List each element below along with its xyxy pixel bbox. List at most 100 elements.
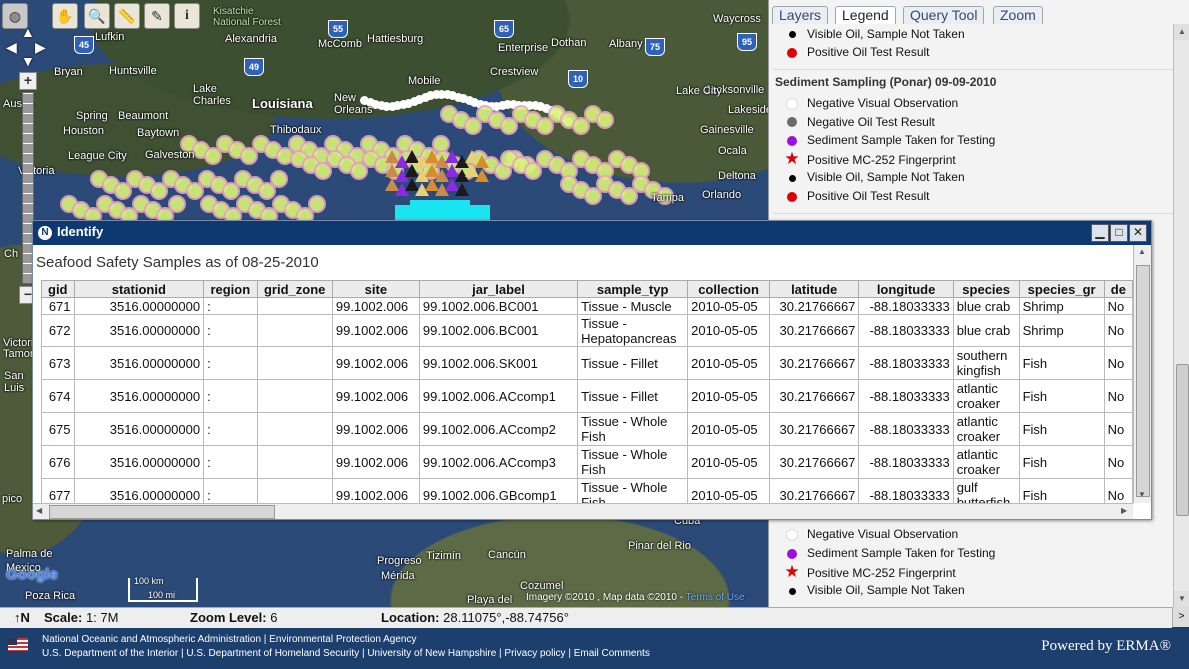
status-scroll-right-icon[interactable]: > — [1172, 607, 1189, 627]
interstate-shield-icon: 75 — [645, 38, 665, 56]
map-place-label: Mérida — [381, 570, 415, 582]
legend-section-title: Sediment Sampling (Ponar) 09-09-2010 — [775, 75, 997, 89]
sample-marker-seafood[interactable] — [168, 195, 186, 213]
column-header[interactable]: gid — [41, 280, 75, 298]
map-place-label: Crestview — [490, 66, 539, 78]
pan-tool-button[interactable]: ✋ — [52, 3, 78, 29]
print-tool-button[interactable]: ✎ — [144, 3, 170, 29]
table-row[interactable]: 673 3516.00000000: 99.1002.006 99.1002.006.… — [41, 346, 1133, 380]
table-cell-site: 99.1002.006 — [331, 297, 420, 315]
column-header[interactable]: species — [952, 280, 1020, 298]
zoom-in-tool-button[interactable]: 🔍 — [84, 3, 110, 29]
identify-vertical-scrollbar[interactable]: ▲ ▼ — [1133, 245, 1151, 503]
scroll-down-icon[interactable]: ▼ — [1138, 490, 1146, 499]
table-row[interactable]: 677 3516.00000000: 99.1002.006 99.1002.006.… — [41, 478, 1133, 503]
table-cell-gid: 672 — [41, 314, 75, 347]
table-row[interactable]: 674 3516.00000000: 99.1002.006 99.1002.006.… — [41, 379, 1133, 413]
legend-item-label: Visible Oil, Sample Not Taken — [807, 583, 965, 598]
column-header[interactable]: sample_typ — [577, 280, 689, 298]
legend-item-label: Positive Oil Test Result — [807, 45, 930, 59]
scroll-down-icon[interactable]: ▼ — [1174, 591, 1189, 607]
sample-marker-cyan[interactable] — [410, 200, 470, 208]
tab-layers[interactable]: Layers — [772, 6, 829, 24]
table-cell-jar_label: 99.1002.006.GBcomp1 — [418, 478, 579, 503]
sample-marker-seafood[interactable] — [270, 170, 288, 188]
panel-scrollbar[interactable]: ▲ ▼ — [1173, 24, 1189, 607]
identify-horizontal-scrollbar[interactable]: ◀ ▶ — [33, 503, 1133, 519]
table-cell-de: No — [1103, 412, 1133, 446]
table-row[interactable]: 676 3516.00000000: 99.1002.006 99.1002.006.… — [41, 445, 1133, 479]
map-place-label: Playa del — [467, 594, 513, 606]
table-row[interactable]: 675 3516.00000000: 99.1002.006 99.1002.006.… — [41, 412, 1133, 446]
column-header[interactable]: longitude — [858, 280, 954, 298]
map-place-label: Waycross — [713, 13, 761, 25]
table-cell-sample_typ: Tissue - Whole Fish — [577, 445, 689, 479]
column-header[interactable]: latitude — [768, 280, 860, 298]
maximize-icon[interactable]: □ — [1110, 224, 1128, 242]
column-header[interactable]: site — [331, 280, 420, 298]
scale-label: Scale: — [44, 610, 83, 625]
map-place-label: Galveston — [145, 149, 195, 161]
table-cell-species: southern kingfish — [952, 346, 1020, 380]
sample-marker-sediment[interactable] — [455, 183, 469, 196]
table-cell-species: blue crab — [952, 297, 1020, 315]
terms-of-use-link[interactable]: Terms of Use — [686, 592, 745, 603]
pan-down-icon[interactable]: ▼ — [21, 53, 35, 69]
interstate-shield-icon: 45 — [74, 36, 94, 54]
table-row[interactable]: 672 3516.00000000: 99.1002.006 99.1002.006.… — [41, 314, 1133, 347]
column-header[interactable]: collection — [687, 280, 770, 298]
sample-marker-sediment[interactable] — [475, 169, 489, 182]
column-header[interactable]: grid_zone — [256, 280, 333, 298]
legend-item-label: Sediment Sample Taken for Testing — [807, 545, 996, 560]
tab-zoom[interactable]: Zoom — [993, 6, 1043, 24]
vertical-scroll-thumb[interactable] — [1136, 265, 1150, 497]
identify-titlebar[interactable]: N Identify ▁ □ ✕ — [33, 221, 1151, 245]
footer-links[interactable]: U.S. Department of the Interior | U.S. D… — [42, 648, 650, 659]
map-place-label: New Orleans — [334, 92, 373, 116]
table-cell-gid: 677 — [41, 478, 75, 503]
pan-up-icon[interactable]: ▲ — [21, 24, 35, 40]
legend-item-label: Positive MC-252 Fingerprint — [807, 152, 956, 167]
interstate-shield-icon: 55 — [328, 20, 348, 38]
interstate-shield-icon: 95 — [737, 33, 757, 51]
legend-item: Negative Oil Test Result — [781, 113, 935, 131]
column-header[interactable]: region — [203, 280, 258, 298]
scroll-up-icon[interactable]: ▲ — [1138, 247, 1146, 256]
minimize-icon[interactable]: ▁ — [1091, 224, 1109, 242]
location-label: Location: — [381, 610, 440, 625]
measure-tool-button[interactable]: 📏 — [114, 3, 140, 29]
table-cell-grid_zone — [256, 379, 333, 413]
zoom-in-button[interactable]: + — [19, 72, 37, 90]
horizontal-scroll-thumb[interactable] — [49, 505, 275, 519]
map-place-label: Poza Rica — [25, 590, 76, 602]
scroll-up-icon[interactable]: ▲ — [1174, 24, 1189, 40]
tab-query-tool[interactable]: Query Tool — [903, 6, 985, 24]
column-header[interactable]: species_gr — [1018, 280, 1105, 298]
map-place-label: San Luis — [4, 370, 25, 394]
scale-km-label: 100 km — [134, 576, 164, 586]
table-cell-site: 99.1002.006 — [331, 379, 420, 413]
info-tool-button[interactable]: i — [174, 3, 200, 29]
scroll-thumb[interactable] — [1176, 364, 1189, 516]
legend-item: Visible Oil, Sample Not Taken — [781, 168, 965, 186]
scroll-right-icon[interactable]: ▶ — [1121, 506, 1127, 515]
close-icon[interactable]: ✕ — [1129, 224, 1147, 242]
sample-marker-seafood[interactable] — [308, 195, 326, 213]
column-header[interactable]: jar_label — [418, 280, 579, 298]
samples-table: gid stationid region grid_zone site jar_label… — [41, 280, 1133, 503]
table-cell-de: No — [1103, 346, 1133, 380]
pan-right-icon[interactable]: ▶ — [35, 39, 46, 56]
purple-dot-icon — [781, 131, 803, 149]
table-cell-latitude: 30.21766667 — [768, 297, 860, 315]
pan-left-icon[interactable]: ◀ — [6, 39, 17, 56]
column-header[interactable]: stationid — [73, 280, 205, 298]
table-row[interactable]: 671 3516.00000000: 99.1002.006 99.1002.006.… — [41, 297, 1133, 315]
scroll-left-icon[interactable]: ◀ — [36, 506, 42, 515]
sample-marker-seafood[interactable] — [596, 111, 614, 129]
tab-legend[interactable]: Legend — [835, 6, 896, 24]
column-header[interactable]: de — [1103, 280, 1133, 298]
table-cell-region: : — [203, 379, 258, 413]
footer-agencies[interactable]: National Oceanic and Atmospheric Adminis… — [42, 634, 416, 645]
table-cell-sample_typ: Tissue - Fillet — [577, 346, 689, 380]
table-cell-collection: 2010-05-05 — [687, 412, 770, 446]
